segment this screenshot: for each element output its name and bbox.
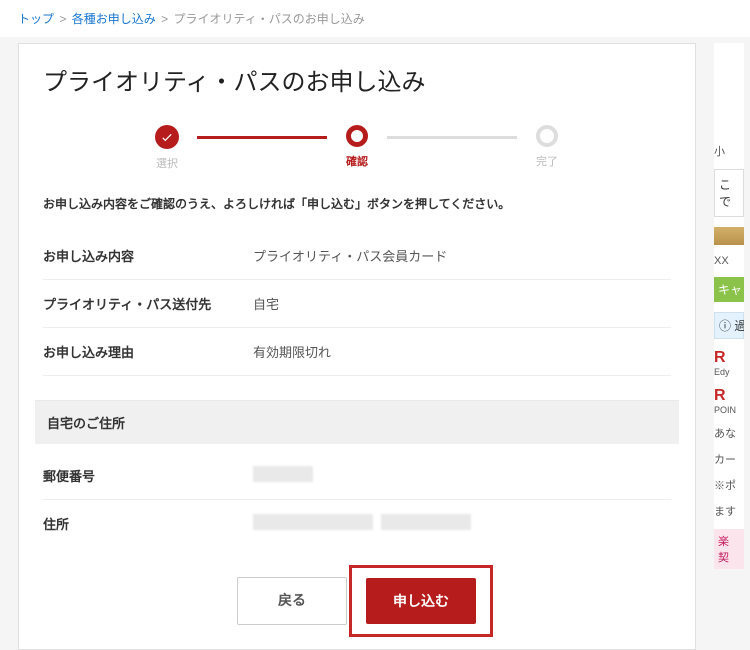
breadcrumb-top[interactable]: トップ xyxy=(18,12,54,26)
sidebar-note-2: ます xyxy=(714,503,744,519)
masked-zip xyxy=(253,466,313,482)
masked-address-1 xyxy=(253,514,373,530)
info-icon: ⓘ xyxy=(719,319,731,333)
sidebar-promo[interactable]: 楽 契 xyxy=(714,529,744,569)
sidebar-greeting-line2: で xyxy=(719,193,739,210)
sidebar-notice-text: 過 xyxy=(734,319,744,333)
step-connector xyxy=(197,136,327,139)
step-label: 完了 xyxy=(536,153,558,169)
sidebar-greeting-line1: こ xyxy=(719,176,739,193)
sidebar-text-2: カー xyxy=(714,451,744,467)
sidebar-promo-line2: 契 xyxy=(718,549,740,565)
breadcrumb-sep: > xyxy=(59,12,66,26)
row-content: お申し込み内容 プライオリティ・パス会員カード xyxy=(43,232,671,280)
row-destination: プライオリティ・パス送付先 自宅 xyxy=(43,280,671,328)
r-logo-icon: R xyxy=(714,349,744,367)
breadcrumb-current: プライオリティ・パスのお申し込み xyxy=(173,12,364,26)
step-done: 完了 xyxy=(517,125,577,169)
current-step-icon xyxy=(346,125,368,147)
sidebar-card-number: XX xyxy=(714,255,744,267)
step-select: 選択 xyxy=(137,125,197,171)
row-zip: 郵便番号 xyxy=(43,452,671,500)
step-connector xyxy=(387,136,517,139)
label-destination: プライオリティ・パス送付先 xyxy=(43,294,253,313)
sidebar-caching-badge[interactable]: キャ xyxy=(714,277,744,302)
label-address: 住所 xyxy=(43,514,253,533)
row-address: 住所 xyxy=(43,500,671,547)
step-label: 選択 xyxy=(156,155,178,171)
value-address xyxy=(253,514,471,533)
submit-button[interactable]: 申し込む xyxy=(366,578,476,624)
breadcrumb-sep: > xyxy=(161,12,168,26)
sidebar-point-block: R POIN xyxy=(714,387,744,415)
sidebar-caching-label: キャ xyxy=(718,283,742,297)
label-reason: お申し込み理由 xyxy=(43,342,253,361)
sidebar-point-label: POIN xyxy=(714,405,744,415)
main-card: プライオリティ・パスのお申し込み 選択 確認 完了 お申し込み内容をご確認のうえ… xyxy=(18,43,696,650)
value-destination: 自宅 xyxy=(253,294,279,313)
back-button[interactable]: 戻る xyxy=(237,577,347,625)
sidebar: 小 こ で XX キャ ⓘ 過 R Edy R POIN あな カー ※ポ ます… xyxy=(714,43,744,569)
sidebar-edy-block: R Edy xyxy=(714,349,744,377)
label-zip: 郵便番号 xyxy=(43,466,253,485)
check-icon xyxy=(155,125,179,149)
submit-highlight: 申し込む xyxy=(349,565,493,637)
sidebar-promo-line1: 楽 xyxy=(718,533,740,549)
page-title: プライオリティ・パスのお申し込み xyxy=(43,62,671,97)
sidebar-name: 小 xyxy=(714,143,744,159)
breadcrumb-apps[interactable]: 各種お申し込み xyxy=(72,12,156,26)
progress-stepper: 選択 確認 完了 xyxy=(137,125,577,171)
action-buttons: 戻る 申し込む xyxy=(43,577,671,625)
sidebar-card-image xyxy=(714,227,744,245)
instruction-text: お申し込み内容をご確認のうえ、よろしければ「申し込む」ボタンを押してください。 xyxy=(43,195,671,212)
row-reason: お申し込み理由 有効期限切れ xyxy=(43,328,671,376)
r-logo-icon: R xyxy=(714,387,744,405)
breadcrumb: トップ > 各種お申し込み > プライオリティ・パスのお申し込み xyxy=(0,0,750,37)
value-zip xyxy=(253,466,313,485)
step-confirm: 確認 xyxy=(327,125,387,169)
sidebar-text-1: あな xyxy=(714,425,744,441)
label-content: お申し込み内容 xyxy=(43,246,253,265)
address-section-header: 自宅のご住所 xyxy=(35,400,679,444)
step-label: 確認 xyxy=(346,153,368,169)
sidebar-edy-label: Edy xyxy=(714,367,744,377)
value-reason: 有効期限切れ xyxy=(253,342,331,361)
value-content: プライオリティ・パス会員カード xyxy=(253,246,447,265)
masked-address-2 xyxy=(381,514,471,530)
sidebar-note-1: ※ポ xyxy=(714,477,744,493)
sidebar-greeting: こ で xyxy=(714,169,744,217)
future-step-icon xyxy=(536,125,558,147)
sidebar-notice[interactable]: ⓘ 過 xyxy=(714,312,744,339)
